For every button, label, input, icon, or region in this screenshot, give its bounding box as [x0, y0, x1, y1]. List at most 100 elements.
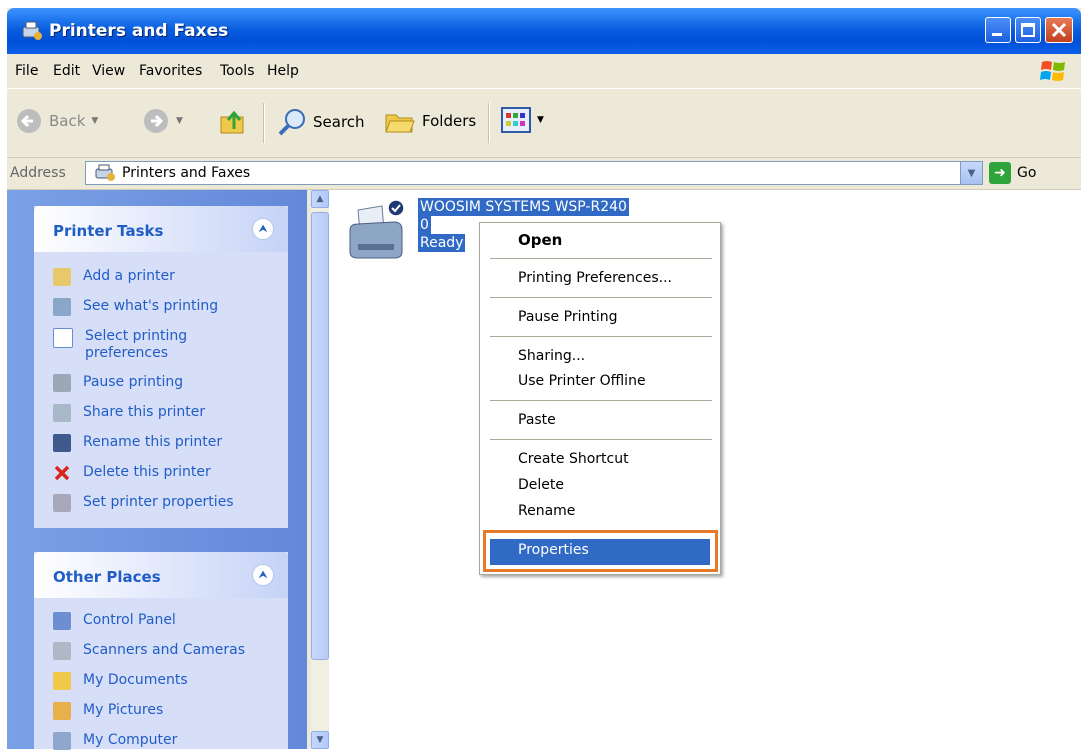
views-button[interactable]: ▼ — [501, 107, 544, 133]
printer-jobs: 0 — [418, 216, 431, 234]
toolbar-separator — [488, 103, 490, 143]
menu-favorites[interactable]: Favorites — [139, 63, 202, 79]
place-control-panel[interactable]: Control Panel — [53, 612, 176, 630]
chevron-down-icon: ▼ — [316, 735, 324, 745]
address-label: Address — [10, 165, 66, 181]
task-label: Share this printer — [83, 404, 206, 420]
pictures-folder-icon — [53, 702, 71, 720]
task-pause-printing[interactable]: Pause printing — [53, 374, 183, 392]
menu-label: Create Shortcut — [518, 451, 629, 467]
chevron-up-icon: ▲ — [316, 194, 324, 204]
task-label: Delete this printer — [83, 464, 211, 480]
other-places-panel: Other Places ⮝ Control Panel Scanners an… — [34, 552, 288, 750]
close-icon — [1051, 22, 1067, 38]
collapse-icon[interactable]: ⮝ — [252, 218, 274, 240]
menu-printing-preferences[interactable]: Printing Preferences... — [490, 267, 710, 291]
scroll-up-button[interactable]: ▲ — [311, 190, 329, 208]
scroll-thumb[interactable] — [311, 212, 329, 660]
printer-status: Ready — [418, 234, 466, 252]
rename-icon — [53, 434, 71, 452]
task-add-printer[interactable]: Add a printer — [53, 268, 175, 286]
menu-label: Sharing... — [518, 348, 586, 364]
menu-open[interactable]: Open — [490, 228, 710, 252]
task-delete-printer[interactable]: Delete this printer — [53, 464, 211, 482]
menu-separator — [490, 336, 712, 337]
task-see-printing[interactable]: See what's printing — [53, 298, 218, 316]
menu-separator — [490, 439, 712, 440]
window-title: Printers and Faxes — [49, 21, 229, 41]
context-menu: Open Printing Preferences... Pause Print… — [479, 222, 721, 575]
task-set-properties[interactable]: Set printer properties — [53, 494, 234, 512]
scroll-down-button[interactable]: ▼ — [311, 731, 329, 749]
back-button[interactable]: Back ▼ — [15, 107, 98, 135]
maximize-icon — [1021, 23, 1035, 37]
menu-use-offline[interactable]: Use Printer Offline — [490, 370, 710, 394]
address-dropdown-button[interactable]: ▼ — [960, 162, 982, 184]
folders-icon — [385, 114, 415, 133]
task-label: Set printer properties — [83, 494, 234, 510]
task-label: Rename this printer — [83, 434, 223, 450]
menu-file[interactable]: File — [15, 63, 38, 79]
printers-folder-icon — [95, 164, 115, 181]
task-rename-printer[interactable]: Rename this printer — [53, 434, 222, 452]
documents-folder-icon — [53, 672, 71, 690]
printer-name: WOOSIM SYSTEMS WSP-R240 — [418, 198, 629, 216]
back-arrow-icon — [17, 109, 41, 133]
search-button[interactable]: Search — [277, 107, 365, 137]
place-my-documents[interactable]: My Documents — [53, 672, 188, 690]
up-folder-button[interactable] — [218, 107, 248, 137]
folders-button[interactable]: Folders — [384, 107, 476, 135]
task-share-printer[interactable]: Share this printer — [53, 404, 205, 422]
address-bar: Address Printers and Faxes ▼ ➜ Go — [7, 158, 1081, 190]
menu-separator — [490, 258, 712, 259]
menu-paste[interactable]: Paste — [490, 409, 710, 433]
place-label: Control Panel — [83, 612, 176, 628]
printer-properties-icon — [53, 494, 71, 512]
menu-help[interactable]: Help — [267, 63, 299, 79]
forward-button[interactable]: ▼ — [142, 107, 183, 135]
printer-tasks-header[interactable]: Printer Tasks ⮝ — [34, 206, 288, 252]
menu-edit[interactable]: Edit — [53, 63, 80, 79]
go-arrow-icon: ➜ — [989, 162, 1011, 184]
menu-rename[interactable]: Rename — [490, 500, 710, 524]
minimize-button[interactable] — [985, 17, 1011, 43]
menu-tools[interactable]: Tools — [220, 63, 255, 79]
control-panel-icon — [53, 612, 71, 630]
toolbar-separator — [263, 103, 265, 143]
collapse-icon[interactable]: ⮝ — [252, 564, 274, 586]
task-select-preferences[interactable]: Select printing preferences — [53, 328, 235, 362]
vertical-scrollbar[interactable]: ▲ ▼ — [311, 190, 329, 749]
address-input[interactable]: Printers and Faxes ▼ — [85, 161, 983, 185]
up-folder-icon — [220, 110, 244, 134]
windows-logo-icon — [1040, 61, 1065, 81]
place-my-computer[interactable]: My Computer — [53, 732, 177, 750]
views-icon — [501, 107, 531, 133]
title-bar[interactable]: Printers and Faxes — [7, 8, 1081, 54]
menu-label: Printing Preferences... — [518, 270, 672, 286]
menu-sharing[interactable]: Sharing... — [490, 345, 710, 369]
menu-separator — [490, 400, 712, 401]
menu-label: Open — [518, 231, 563, 249]
other-places-header[interactable]: Other Places ⮝ — [34, 552, 288, 598]
go-button[interactable]: ➜ Go — [989, 162, 1036, 184]
close-button[interactable] — [1045, 17, 1073, 43]
dropdown-arrow-icon[interactable]: ▼ — [91, 116, 98, 126]
task-label: Select printing preferences — [85, 328, 188, 361]
task-pane: Printer Tasks ⮝ Add a printer See what's… — [7, 190, 307, 750]
place-label: Scanners and Cameras — [83, 642, 246, 658]
menu-view[interactable]: View — [92, 63, 125, 79]
menu-delete[interactable]: Delete — [490, 474, 710, 498]
place-scanners-cameras[interactable]: Scanners and Cameras — [53, 642, 245, 660]
place-my-pictures[interactable]: My Pictures — [53, 702, 163, 720]
maximize-button[interactable] — [1015, 17, 1041, 43]
place-label: My Computer — [83, 732, 178, 748]
computer-icon — [53, 732, 71, 750]
dropdown-arrow-icon[interactable]: ▼ — [537, 115, 544, 125]
dropdown-arrow-icon[interactable]: ▼ — [176, 116, 183, 126]
menu-label: Delete — [518, 477, 564, 493]
menu-create-shortcut[interactable]: Create Shortcut — [490, 448, 710, 472]
other-places-title: Other Places — [53, 568, 161, 586]
task-label: Pause printing — [83, 374, 184, 390]
menu-pause-printing[interactable]: Pause Printing — [490, 306, 710, 330]
add-printer-icon — [53, 268, 71, 286]
